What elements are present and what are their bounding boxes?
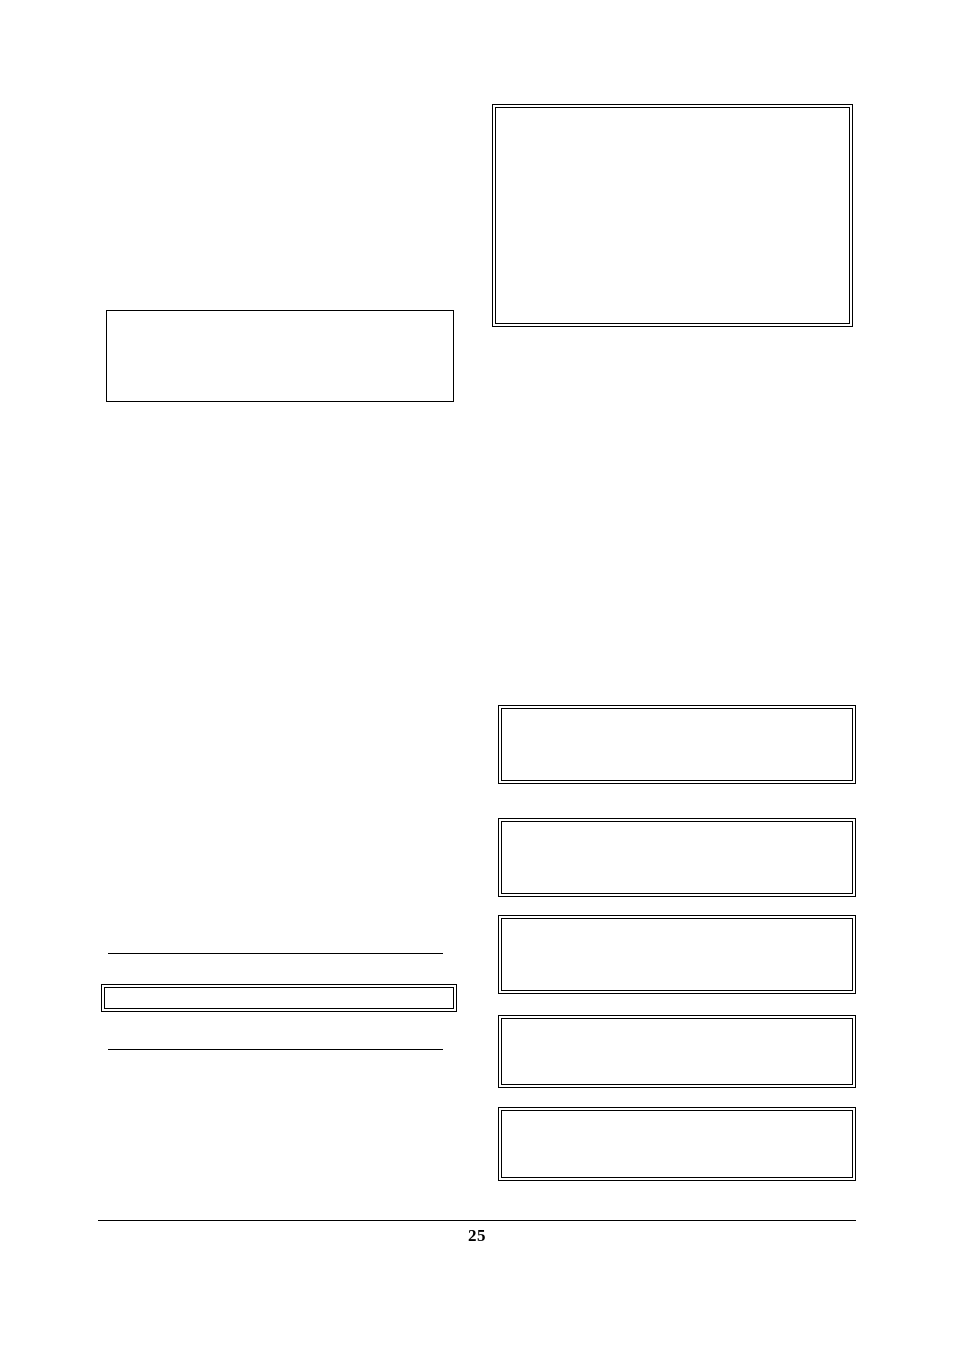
footer-rule <box>98 1220 856 1221</box>
callout-box-4 <box>498 1015 856 1088</box>
horizontal-rule <box>108 1049 443 1050</box>
callout-box-flat <box>101 984 457 1012</box>
page-number: 25 <box>0 1226 954 1246</box>
callout-box-large <box>492 104 853 327</box>
callout-box-2 <box>498 818 856 897</box>
callout-box-5 <box>498 1107 856 1181</box>
document-page: 25 <box>0 0 954 1351</box>
horizontal-rule <box>108 953 443 954</box>
info-box-single-border <box>106 310 454 402</box>
callout-box-1 <box>498 705 856 784</box>
callout-box-3 <box>498 915 856 994</box>
